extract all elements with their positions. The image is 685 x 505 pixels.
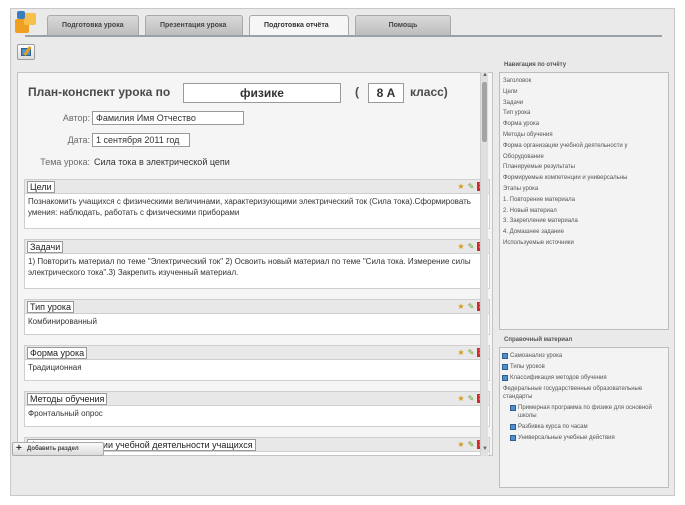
reference-item-label: Разбивка курса по часам [518,424,588,430]
section-body[interactable]: Познакомить учащихся с физическими велич… [25,194,489,220]
section-title[interactable]: Тип урока [27,301,75,313]
nav-item[interactable]: 4. Домашнее задание [500,227,668,238]
section-title[interactable]: Методы обучения [27,393,108,405]
nav-heading: Навигация по отчёту [504,62,567,68]
tab-help[interactable]: Помощь [355,15,451,35]
reference-item-label: Примерная программа по физике для основн… [518,405,652,419]
document-link-icon [510,405,516,411]
nav-item[interactable]: Задачи [500,98,668,109]
star-icon[interactable]: ★ [457,394,465,403]
star-icon[interactable]: ★ [457,242,465,251]
nav-item[interactable]: Тип урока [500,108,668,119]
nav-item[interactable]: Форма организации учебной деятельности у [500,141,668,152]
reference-item: Федеральные государственные образователь… [500,385,668,401]
reference-item[interactable]: Самоанализ урока [500,352,668,360]
section-tasks: Задачи ★ ✎ ✕ 1) Повторить материал по те… [24,239,490,289]
reference-item[interactable]: Типы уроков [500,363,668,371]
reference-item-label: Классификация методов обучения [510,375,607,381]
report-navigation: Заголовок Цели Задачи Тип урока Форма урока М… [499,72,669,330]
nav-item[interactable]: Оборудование [500,152,668,163]
paren-open: ( [355,85,359,99]
tab-report-prep[interactable]: Подготовка отчёта [249,15,349,35]
scroll-thumb[interactable] [482,82,487,142]
reference-heading: Справочный материал [504,337,573,343]
star-icon[interactable]: ★ [457,440,465,449]
section-title[interactable]: Форма урока [27,347,88,359]
section-body[interactable]: Комбинированный [25,314,489,329]
reference-item[interactable]: Примерная программа по физике для основн… [500,404,668,420]
author-label: Автор: [62,113,90,123]
lesson-title-label: План-конспект урока по [28,85,171,99]
document-link-icon [502,364,508,370]
reference-item-label: Типы уроков [510,364,545,370]
section-goals: Цели ★ ✎ ✕ Познакомить учащихся с физиче… [24,179,490,229]
section-lesson-type: Тип урока ★ ✎ ✕ Комбинированный [24,299,490,335]
nav-item[interactable]: Формируемые компетенции и универсальны [500,173,668,184]
nav-item[interactable]: Цели [500,87,668,98]
reference-item[interactable]: Разбивка курса по часам [500,423,668,431]
plus-icon: + [16,443,22,454]
nav-item[interactable]: Планируемые результаты [500,162,668,173]
reference-item-label: Универсальные учебные действия [518,435,615,441]
section-lesson-form: Форма урока ★ ✎ ✕ Традиционная [24,345,490,381]
edit-icon[interactable]: ✎ [467,394,475,403]
tab-lesson-presentation[interactable]: Презентация урока [145,15,243,35]
section-title[interactable]: Задачи [27,241,64,253]
document-link-icon [502,353,508,359]
subject-field[interactable]: физике [183,83,341,103]
section-body[interactable]: Традиционная [25,360,489,375]
nav-item[interactable]: Используемые источники [500,238,668,249]
section-body[interactable]: 1) Повторить материал по теме "Электриче… [25,254,489,280]
nav-item[interactable]: Методы обучения [500,130,668,141]
nav-item[interactable]: 1. Повторение материала [500,195,668,206]
document-link-icon [510,424,516,430]
edit-icon[interactable]: ✎ [467,242,475,251]
document-link-icon [502,375,508,381]
edit-icon[interactable]: ✎ [467,440,475,449]
scroll-up-icon[interactable]: ▲ [482,72,488,78]
nav-item[interactable]: 2. Новый материал [500,206,668,217]
tab-lesson-prep[interactable]: Подготовка урока [47,15,139,35]
edit-icon[interactable]: ✎ [467,302,475,311]
editor-scrollbar[interactable]: ▲ ▼ [480,72,488,456]
tab-divider [25,35,662,37]
star-icon[interactable]: ★ [457,348,465,357]
tab-bar: Подготовка урока Презентация урока Подго… [47,15,451,35]
scroll-down-icon[interactable]: ▼ [482,446,488,452]
reference-item[interactable]: Универсальные учебные действия [500,434,668,442]
add-section-label: Добавить раздел [27,446,79,452]
star-icon[interactable]: ★ [457,182,465,191]
lesson-title-row: План-конспект урока по физике ( 8 А клас… [28,83,488,103]
author-field[interactable]: Фамилия Имя Отчество [92,111,244,125]
class-label: класс) [410,85,448,99]
star-icon[interactable]: ★ [457,302,465,311]
report-editor: План-конспект урока по физике ( 8 А клас… [17,72,493,456]
reference-item[interactable]: Классификация методов обучения [500,374,668,382]
reference-item-label: Федеральные государственные образователь… [503,386,643,400]
edit-document-button[interactable] [17,44,35,60]
reference-item-label: Самоанализ урока [510,353,563,359]
nav-item[interactable]: Заголовок [500,76,668,87]
app-logo [15,11,37,33]
date-label: Дата: [67,135,90,145]
date-field[interactable]: 1 сентября 2011 год [92,133,190,147]
section-title[interactable]: Цели [27,181,55,193]
nav-item[interactable]: Этапы урока [500,184,668,195]
class-field[interactable]: 8 А [368,83,404,103]
topic-value: Сила тока в электрической цепи [94,157,230,167]
nav-item[interactable]: Форма урока [500,119,668,130]
document-link-icon [510,435,516,441]
topic-label: Тема урока: [40,157,90,167]
nav-item[interactable]: 3. Закрепление материала [500,216,668,227]
section-body[interactable]: Фронтальный опрос [25,406,489,421]
edit-icon[interactable]: ✎ [467,348,475,357]
reference-materials: Самоанализ урока Типы уроков Классификация… [499,347,669,488]
edit-icon[interactable]: ✎ [467,182,475,191]
add-section-button[interactable]: + Добавить раздел [12,442,104,456]
section-teaching-methods: Методы обучения ★ ✎ ✕ Фронтальный опрос [24,391,490,427]
